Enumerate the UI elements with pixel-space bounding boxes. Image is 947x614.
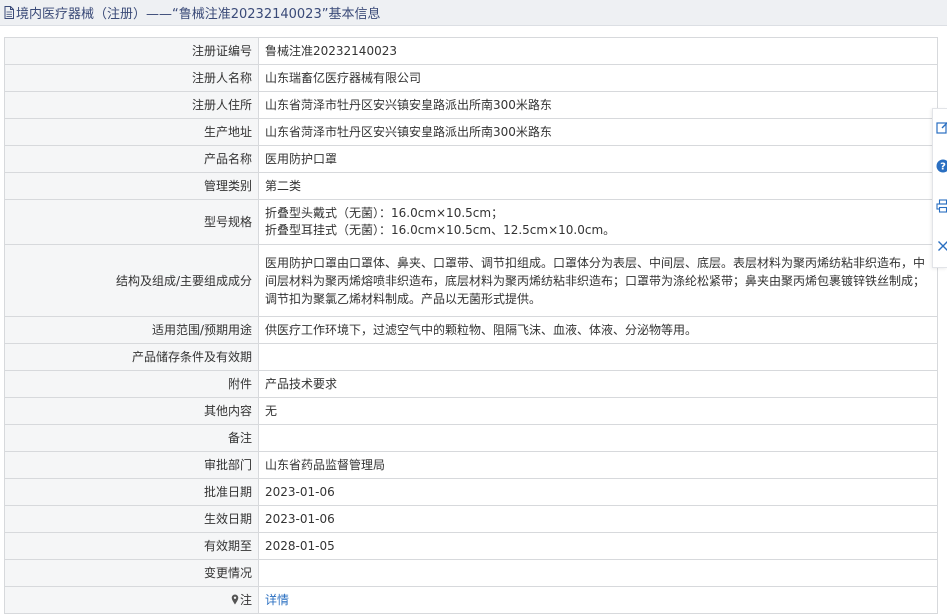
field-label: 结构及组成/主要组成成分 [5, 245, 259, 317]
field-label: 产品名称 [5, 146, 259, 173]
field-value: 山东省菏泽市牡丹区安兴镇安皇路派出所南300米路东 [259, 92, 938, 119]
details-link[interactable]: 详情 [265, 593, 289, 607]
field-label: 注册人名称 [5, 65, 259, 92]
field-label: 有效期至 [5, 533, 259, 560]
field-value: 第二类 [259, 173, 938, 200]
svg-text:?: ? [940, 162, 946, 173]
close-icon[interactable] [936, 239, 947, 253]
field-value: 供医疗工作环境下，过滤空气中的颗粒物、阻隔飞沫、血液、体液、分泌物等用。 [259, 317, 938, 344]
spec-line: 折叠型耳挂式（无菌）：16.0cm×10.5cm、12.5cm×10.0cm。 [265, 222, 931, 239]
table-row: 生效日期 2023-01-06 [5, 506, 938, 533]
table-row: 结构及组成/主要组成成分 医用防护口罩由口罩体、鼻夹、口罩带、调节扣组成。口罩体… [5, 245, 938, 317]
field-value: 产品技术要求 [259, 371, 938, 398]
field-value: 山东省菏泽市牡丹区安兴镇安皇路派出所南300米路东 [259, 119, 938, 146]
help-icon[interactable]: ? [936, 159, 947, 173]
field-label: 生效日期 [5, 506, 259, 533]
table-row: 产品名称 医用防护口罩 [5, 146, 938, 173]
info-table: 注册证编号 鲁械注准20232140023 注册人名称 山东瑞畜亿医疗器械有限公… [4, 37, 938, 614]
table-row: 产品储存条件及有效期 [5, 344, 938, 371]
field-label: 管理类别 [5, 173, 259, 200]
field-value: 山东瑞畜亿医疗器械有限公司 [259, 65, 938, 92]
table-row: 批准日期 2023-01-06 [5, 479, 938, 506]
field-label: 审批部门 [5, 452, 259, 479]
table-row: 其他内容 无 [5, 398, 938, 425]
field-value: 2023-01-06 [259, 479, 938, 506]
table-row: 注册人名称 山东瑞畜亿医疗器械有限公司 [5, 65, 938, 92]
table-row: 有效期至 2028-01-05 [5, 533, 938, 560]
field-value: 医用防护口罩由口罩体、鼻夹、口罩带、调节扣组成。口罩体分为表层、中间层、底层。表… [259, 245, 938, 317]
edit-icon[interactable] [936, 120, 947, 134]
field-value: 鲁械注准20232140023 [259, 38, 938, 65]
composition-text: 医用防护口罩由口罩体、鼻夹、口罩带、调节扣组成。口罩体分为表层、中间层、底层。表… [265, 254, 931, 308]
field-value [259, 344, 938, 371]
field-label: 其他内容 [5, 398, 259, 425]
table-row: 注册证编号 鲁械注准20232140023 [5, 38, 938, 65]
field-value: 无 [259, 398, 938, 425]
table-row: 注册人住所 山东省菏泽市牡丹区安兴镇安皇路派出所南300米路东 [5, 92, 938, 119]
field-label: 注册人住所 [5, 92, 259, 119]
field-label: 备注 [5, 425, 259, 452]
field-value: 山东省药品监督管理局 [259, 452, 938, 479]
page-title: 境内医疗器械（注册）——“鲁械注准20232140023”基本信息 [16, 3, 380, 22]
spec-line: 折叠型头戴式（无菌）：16.0cm×10.5cm； [265, 205, 931, 222]
field-label: 生产地址 [5, 119, 259, 146]
table-row: 适用范围/预期用途 供医疗工作环境下，过滤空气中的颗粒物、阻隔飞沫、血液、体液、… [5, 317, 938, 344]
field-value: 2023-01-06 [259, 506, 938, 533]
table-row: 注 详情 [5, 587, 938, 614]
pin-icon [231, 594, 239, 605]
table-row: 审批部门 山东省药品监督管理局 [5, 452, 938, 479]
field-value [259, 560, 938, 587]
field-value: 详情 [259, 587, 938, 614]
print-icon[interactable] [936, 199, 947, 213]
field-value: 折叠型头戴式（无菌）：16.0cm×10.5cm； 折叠型耳挂式（无菌）：16.… [259, 200, 938, 245]
field-label: 附件 [5, 371, 259, 398]
field-label: 注册证编号 [5, 38, 259, 65]
field-value [259, 425, 938, 452]
field-label: 产品储存条件及有效期 [5, 344, 259, 371]
table-row: 管理类别 第二类 [5, 173, 938, 200]
field-label: 注 [240, 593, 252, 607]
field-value: 医用防护口罩 [259, 146, 938, 173]
table-row: 附件 产品技术要求 [5, 371, 938, 398]
table-row: 备注 [5, 425, 938, 452]
field-label: 适用范围/预期用途 [5, 317, 259, 344]
side-toolbar: ? [932, 108, 947, 268]
note-label-cell: 注 [5, 587, 259, 614]
document-icon [4, 6, 14, 19]
field-value: 2028-01-05 [259, 533, 938, 560]
field-label: 型号规格 [5, 200, 259, 245]
table-row: 变更情况 [5, 560, 938, 587]
table-row: 型号规格 折叠型头戴式（无菌）：16.0cm×10.5cm； 折叠型耳挂式（无菌… [5, 200, 938, 245]
page-header: 境内医疗器械（注册）——“鲁械注准20232140023”基本信息 [0, 0, 947, 26]
table-row: 生产地址 山东省菏泽市牡丹区安兴镇安皇路派出所南300米路东 [5, 119, 938, 146]
field-label: 变更情况 [5, 560, 259, 587]
field-label: 批准日期 [5, 479, 259, 506]
